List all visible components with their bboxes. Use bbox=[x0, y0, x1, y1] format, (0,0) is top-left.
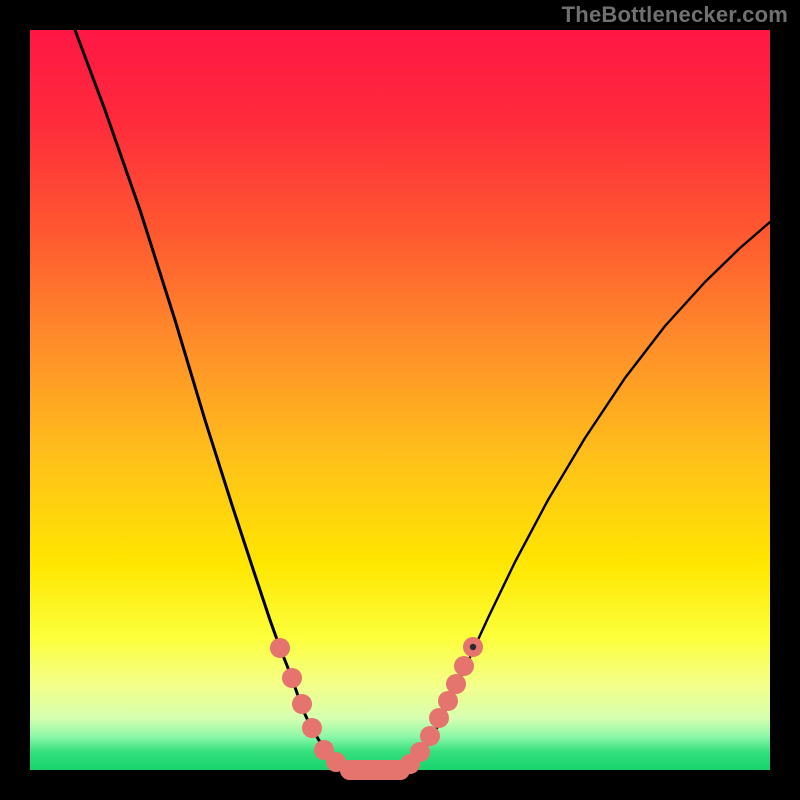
marker-right-7 bbox=[454, 656, 474, 676]
marker-left-3 bbox=[302, 718, 322, 738]
marker-right-4 bbox=[429, 708, 449, 728]
marker-right-5 bbox=[438, 691, 458, 711]
plot-gradient bbox=[30, 30, 770, 770]
marker-left-6 bbox=[340, 760, 360, 780]
marker-right-6 bbox=[446, 674, 466, 694]
marker-right-3 bbox=[420, 726, 440, 746]
marker-left-2 bbox=[292, 694, 312, 714]
marker-left-1 bbox=[282, 668, 302, 688]
chart-svg bbox=[0, 0, 800, 800]
marker-left-0 bbox=[270, 638, 290, 658]
watermark-text: TheBottlenecker.com bbox=[562, 2, 788, 28]
marker-right-tip-pip bbox=[470, 644, 476, 650]
